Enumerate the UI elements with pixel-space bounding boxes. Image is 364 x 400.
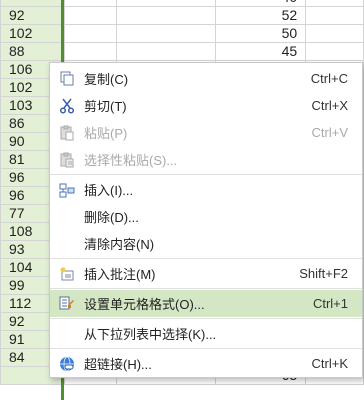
menu-item-shortcut: Ctrl+K	[311, 356, 348, 371]
menu-item-label: 粘贴(P)	[84, 126, 128, 141]
menu-item-label: 超链接(H)...	[84, 357, 152, 372]
menu-item-label: 剪切(T)	[84, 99, 127, 114]
menu-separator	[50, 288, 362, 289]
sheet-cell[interactable]: 88	[0, 42, 65, 61]
sheet-cell[interactable]	[305, 24, 364, 43]
menu-item-label: 选择性粘贴(S)...	[84, 153, 178, 168]
menu-item-shortcut: Ctrl+X	[311, 98, 348, 113]
sheet-row: 88 45	[0, 42, 364, 61]
menu-item-label: 删除(D)...	[84, 210, 139, 225]
menu-separator	[50, 174, 362, 175]
menu-item-label: 清除内容(N)	[84, 237, 155, 252]
comment-icon	[58, 265, 76, 283]
paste-icon	[58, 124, 76, 142]
copy-icon	[58, 70, 76, 88]
menu-separator	[50, 348, 362, 349]
menu-item-label: 设置单元格格式(O)...	[84, 297, 205, 312]
sheet-cell[interactable]: 102	[0, 24, 65, 43]
menu-item-label: 复制(C)	[84, 72, 129, 87]
menu-separator	[50, 318, 362, 319]
sheet-cell[interactable]: 50	[215, 24, 307, 43]
menu-item-shortcut: Ctrl+C	[310, 71, 348, 86]
menu-item-paste[interactable]: 粘贴(P) Ctrl+V	[50, 119, 362, 146]
menu-separator	[50, 258, 362, 259]
sheet-cell[interactable]: 92	[0, 6, 65, 25]
scissors-icon	[58, 97, 76, 115]
sheet-row: 92 52	[0, 6, 364, 25]
context-menu: 复制(C) Ctrl+C 剪切(T) Ctrl+X 粘贴(P) Ctrl+V 选…	[49, 62, 363, 378]
menu-item-delete[interactable]: 删除(D)...	[50, 203, 362, 230]
menu-item-shortcut: Ctrl+1	[312, 296, 348, 311]
menu-item-label: 插入批注(M)	[84, 267, 156, 282]
sheet-cell[interactable]	[63, 42, 117, 61]
menu-item-cut[interactable]: 剪切(T) Ctrl+X	[50, 92, 362, 119]
sheet-cell[interactable]	[305, 42, 364, 61]
menu-item-copy[interactable]: 复制(C) Ctrl+C	[50, 65, 362, 92]
menu-item-shortcut: Ctrl+V	[311, 125, 348, 140]
menu-item-clear-contents[interactable]: 清除内容(N)	[50, 230, 362, 257]
hyperlink-icon	[58, 355, 76, 373]
sheet-row: 102 50	[0, 24, 364, 43]
menu-item-pick-from-list[interactable]: 从下拉列表中选择(K)...	[50, 320, 362, 347]
sheet-cell[interactable]: 45	[215, 42, 307, 61]
sheet-cell[interactable]: 52	[215, 6, 307, 25]
menu-item-paste-special[interactable]: 选择性粘贴(S)...	[50, 146, 362, 173]
format-cells-icon	[58, 295, 76, 313]
sheet-cell[interactable]	[115, 6, 217, 25]
sheet-cell[interactable]	[63, 6, 117, 25]
sheet-cell[interactable]	[115, 42, 217, 61]
insert-cells-icon	[58, 181, 76, 199]
menu-item-label: 插入(I)...	[84, 183, 134, 198]
menu-item-hyperlink[interactable]: 超链接(H)... Ctrl+K	[50, 350, 362, 377]
menu-item-insert[interactable]: 插入(I)...	[50, 176, 362, 203]
menu-item-insert-comment[interactable]: 插入批注(M) Shift+F2	[50, 260, 362, 287]
menu-item-label: 从下拉列表中选择(K)...	[84, 327, 217, 342]
menu-item-shortcut: Shift+F2	[299, 266, 348, 281]
sheet-cell[interactable]	[63, 24, 117, 43]
menu-item-format-cells[interactable]: 设置单元格格式(O)... Ctrl+1	[50, 290, 362, 317]
sheet-cell[interactable]	[115, 24, 217, 43]
sheet-cell[interactable]	[305, 6, 364, 25]
paste-special-icon	[58, 151, 76, 169]
